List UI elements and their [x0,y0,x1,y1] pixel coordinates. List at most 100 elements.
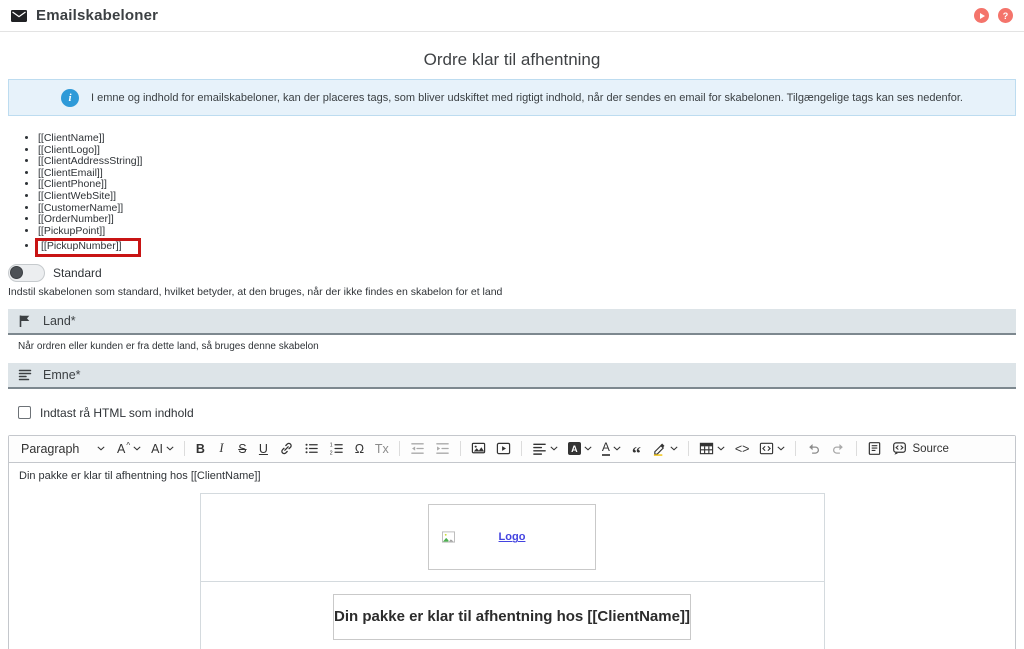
editor-content[interactable]: Din pakke er klar til afhentning hos [[C… [9,463,1015,649]
html-embed-dropdown[interactable] [757,439,787,458]
undo-button[interactable] [804,439,823,458]
tag-text: [[PickupNumber]] [35,238,141,257]
tag-list-item: [[ClientLogo]] [38,143,1016,157]
email-preview-table[interactable]: Logo Din pakke er klar til afhentning ho… [199,492,825,649]
remove-format-button[interactable]: Tx [373,440,391,458]
preview-heading-row: Din pakke er klar til afhentning hos [[C… [201,582,824,649]
insert-media-button[interactable] [494,439,513,458]
section-emne-header[interactable]: Emne* [8,362,1016,389]
section-land-description: Når ordren eller kunden er fra dette lan… [18,340,319,352]
outdent-icon [411,443,424,455]
numbered-list-button[interactable]: 12 [327,439,346,458]
toolbar-separator [687,441,689,457]
special-characters-button[interactable]: Ω [352,440,367,458]
font-family-dropdown[interactable]: AI [149,440,176,458]
toolbar-separator [795,441,797,457]
table-dropdown[interactable] [697,439,727,458]
help-button[interactable]: ? [998,8,1013,23]
tag-text: [[ClientAddressString]] [38,155,143,168]
code-button[interactable]: <> [733,440,752,458]
bulleted-list-icon [305,444,318,454]
preview-logo-row: Logo [200,494,824,582]
image-icon [471,443,486,454]
bold-button[interactable]: B [193,440,208,458]
subject-icon [18,369,32,381]
svg-text:2: 2 [330,451,333,457]
underline-button[interactable]: U [256,440,271,458]
tag-list-item: [[PickupPoint]] [38,224,1016,238]
align-left-icon [532,444,546,456]
font-color-icon: A [601,439,610,456]
tag-text: [[ClientLogo]] [38,143,100,156]
rich-text-editor: Paragraph A^ AI B I S U 12 Ω Tx A A “ <>… [8,434,1016,649]
html-embed-icon [760,443,774,455]
font-size-dropdown[interactable]: A^ [115,439,143,458]
indent-icon [436,443,449,455]
toolbar-separator [520,441,522,457]
template-icon [869,442,881,456]
tag-text: [[ClientEmail]] [38,166,103,179]
outdent-button[interactable] [408,439,427,458]
tag-text: [[ClientPhone]] [38,178,107,191]
alignment-dropdown[interactable] [530,439,560,458]
standard-toggle-label: Standard [53,265,102,280]
font-background-dropdown[interactable]: A [566,440,594,457]
insert-image-button[interactable] [469,439,488,458]
chevron-down-icon [584,446,592,451]
editor-text-line[interactable]: Din pakke er klar til afhentning hos [[C… [19,470,1005,482]
highlight-pen-icon [653,443,665,457]
template-title: Ordre klar til afhentning [423,50,601,69]
font-color-dropdown[interactable]: A [600,440,623,458]
flag-icon [19,315,30,327]
video-help-button[interactable] [974,8,989,23]
template-button[interactable] [865,439,884,458]
logo-placeholder-box[interactable]: Logo [428,504,596,571]
raw-html-checkbox[interactable] [18,406,31,420]
tag-list-item: [[CustomerName]] [38,202,1016,215]
highlight-dropdown[interactable] [650,439,680,458]
section-emne-label: Emne* [43,367,81,382]
broken-image-icon [442,531,455,544]
section-land-header[interactable]: Land* [8,308,1016,335]
tag-text: [[ClientName]] [38,132,105,144]
toolbar-separator [183,441,185,457]
bulleted-list-button[interactable] [302,439,321,458]
chevron-down-icon [670,446,678,451]
link-button[interactable] [277,439,296,458]
preview-heading-box[interactable]: Din pakke er klar til afhentning hos [[C… [333,593,691,640]
table-icon [699,443,713,455]
italic-button[interactable]: I [214,439,229,458]
chevron-down-icon [613,446,621,451]
media-icon [496,443,511,455]
header-actions: ? [974,8,1013,23]
source-button[interactable]: Source [890,439,950,458]
section-land-label: Land* [43,313,76,328]
tag-list-item: [[OrderNumber]] [38,213,1016,226]
tag-list-item: [[ClientWebSite]] [38,190,1016,203]
chevron-down-icon [133,446,141,451]
email-icon [11,9,27,22]
font-background-icon: A [567,442,581,456]
redo-icon [833,444,844,455]
quote-icon: “ [631,442,641,463]
chevron-down-icon [550,446,558,451]
numbered-list-icon: 12 [330,443,343,457]
tag-text: [[PickupPoint]] [38,224,106,237]
source-icon [893,442,907,456]
info-banner-text: I emne og indhold for emailskabeloner, k… [91,91,963,104]
link-icon [281,443,292,455]
preview-heading-text: Din pakke er klar til afhentning hos [[C… [334,608,690,626]
tag-list-item: [[ClientPhone]] [38,179,1016,191]
strikethrough-button[interactable]: S [235,440,250,458]
logo-link[interactable]: Logo [499,531,526,543]
editor-toolbar: Paragraph A^ AI B I S U 12 Ω Tx A A “ <>… [9,435,1015,463]
paragraph-dropdown[interactable]: Paragraph [17,442,109,456]
toolbar-separator [459,441,461,457]
chevron-down-icon [717,446,725,451]
indent-button[interactable] [433,439,452,458]
standard-toggle-row: Standard [8,263,1016,282]
block-quote-button[interactable]: “ [629,442,644,463]
toggle-knob [10,266,23,280]
standard-toggle[interactable] [8,263,45,282]
redo-button[interactable] [829,439,848,458]
